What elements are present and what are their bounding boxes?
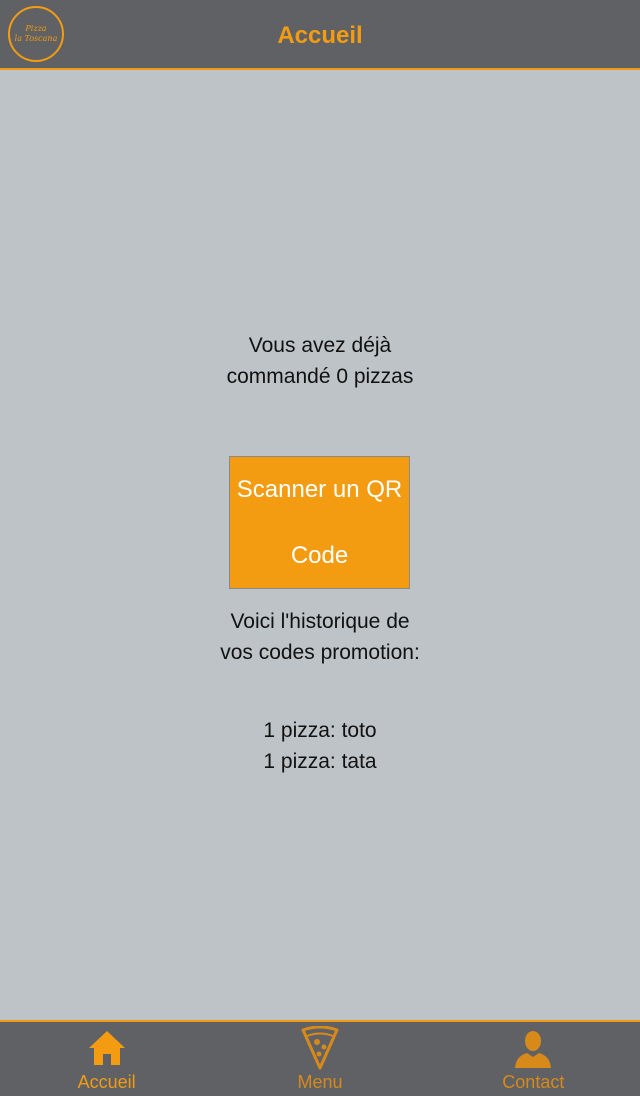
home-icon [85,1026,129,1070]
main-content: Vous avez déjà commandé 0 pizzas Scanner… [0,70,640,1020]
tab-label: Contact [502,1072,565,1092]
tab-label: Accueil [77,1072,136,1092]
person-icon [511,1026,555,1070]
scan-qr-code-button[interactable]: Scanner un QR Code [229,456,410,589]
tab-contact[interactable]: Contact [427,1022,640,1096]
list-item: 1 pizza: toto [263,719,377,742]
orders-count-text: Vous avez déjà commandé 0 pizzas [226,334,414,388]
list-item: 1 pizza: tata [263,750,377,773]
promo-codes-list: 1 pizza: toto 1 pizza: tata [220,715,420,777]
tab-menu[interactable]: Menu [213,1022,426,1096]
pizza-slice-icon [298,1026,342,1070]
tab-accueil[interactable]: Accueil [0,1022,213,1096]
bottom-tab-bar: Accueil Menu Contact [0,1020,640,1096]
promo-history-heading: Voici l'historique de vos codes promotio… [220,610,420,664]
page-title: Accueil [277,22,363,49]
top-navbar: Pizza la Toscana Accueil [0,0,640,70]
tab-label: Menu [297,1072,343,1092]
